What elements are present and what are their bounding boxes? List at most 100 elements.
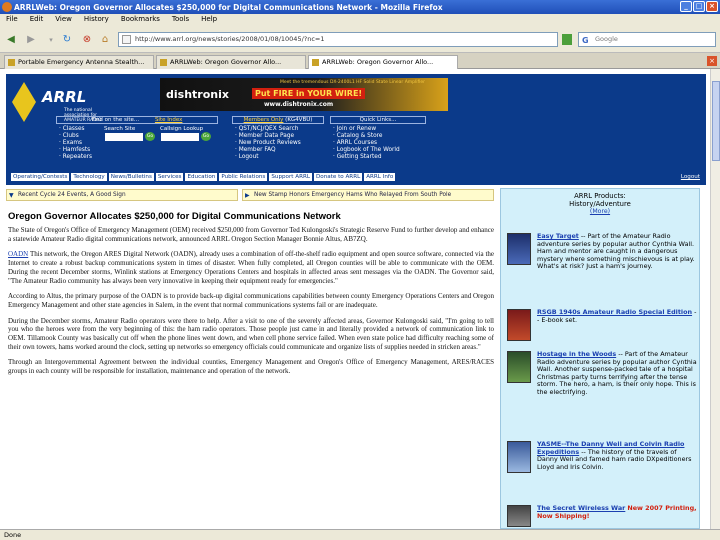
find-hamfests-link[interactable]: Hamfests — [59, 147, 104, 154]
reload-icon[interactable]: ↻ — [60, 33, 74, 47]
url-input[interactable]: http://www.arrl.org/news/stories/2008/01… — [118, 32, 558, 47]
callsign-input[interactable] — [161, 132, 199, 141]
find-clubs-link[interactable]: Clubs — [59, 133, 104, 140]
page-content: ARRL The national association for AMATEU… — [0, 69, 720, 529]
title-bar: ARRLWeb: Oregon Governor Allocates $250,… — [0, 0, 720, 14]
join-renew-link[interactable]: Join or Renew — [333, 126, 426, 133]
nav-technology[interactable]: Technology — [70, 172, 108, 182]
window-controls: _ □ × — [680, 1, 718, 12]
scrollbar-thumb[interactable] — [712, 81, 720, 161]
site-search-input[interactable] — [105, 132, 143, 141]
product-item[interactable]: Easy Target -- Part of the Amateur Radio… — [507, 232, 697, 271]
member-faq-link[interactable]: Member FAQ — [235, 147, 324, 154]
search-input[interactable]: G Google — [578, 32, 716, 47]
maximize-button[interactable]: □ — [693, 1, 705, 12]
callsign-go-button[interactable]: Go — [201, 132, 211, 141]
getting-started-link[interactable]: Getting Started — [333, 154, 426, 161]
sidebar-subtitle: History/Adventure — [569, 200, 631, 208]
product-item[interactable]: The Secret Wireless War New 2007 Printin… — [507, 504, 697, 527]
logbook-link[interactable]: Logbook of The World — [333, 147, 426, 154]
home-icon[interactable]: ⌂ — [98, 33, 112, 47]
nav-education[interactable]: Education — [184, 172, 219, 182]
site-search-go-button[interactable]: Go — [145, 132, 155, 141]
qst-search-link[interactable]: QST/NCJ/QEX Search — [235, 126, 324, 133]
tab-favicon — [8, 59, 15, 66]
arrl-courses-link[interactable]: ARRL Courses — [333, 140, 426, 147]
book-cover-icon — [507, 309, 531, 341]
news-ticker-1[interactable]: ▼ Recent Cycle 24 Events, A Good Sign — [6, 189, 238, 201]
minimize-button[interactable]: _ — [680, 1, 692, 12]
nav-public-relations[interactable]: Public Relations — [218, 172, 269, 182]
product-description: -- Part of the Amateur Radio adventure s… — [537, 350, 697, 396]
oadn-link[interactable]: OADN — [8, 250, 28, 258]
dishtronix-banner-ad[interactable]: Meet the tremendous DX-2400L1 HF Solid S… — [160, 78, 448, 111]
catalog-store-link[interactable]: Catalog & Store — [333, 133, 426, 140]
find-exams-link[interactable]: Exams — [59, 140, 104, 147]
find-list: Classes Clubs Exams Hamfests Repeaters — [56, 126, 104, 161]
nav-donate[interactable]: Donate to ARRL — [312, 172, 364, 182]
find-classes-link[interactable]: Classes — [59, 126, 104, 133]
member-data-link[interactable]: Member Data Page — [235, 133, 324, 140]
site-header: ARRL The national association for AMATEU… — [6, 74, 706, 185]
back-arrow-icon[interactable]: ◀ — [4, 33, 18, 47]
google-icon: G — [582, 36, 589, 45]
product-item[interactable]: Hostage in the Woods -- Part of the Amat… — [507, 350, 697, 397]
ad-slogan: Put FIRE in YOUR WIRE! — [252, 88, 366, 99]
sidebar-title: ARRL Products: — [574, 192, 626, 200]
menu-tools[interactable]: Tools — [172, 14, 189, 25]
menu-view[interactable]: View — [55, 14, 72, 25]
article-title: Oregon Governor Allocates $250,000 for D… — [8, 211, 341, 222]
article-paragraph-text: This network, the Oregon ARES Digital Ne… — [8, 250, 495, 285]
ticker-text: Recent Cycle 24 Events, A Good Sign — [18, 192, 126, 198]
ticker-arrow-icon: ▶ — [245, 192, 250, 199]
go-arrow-icon[interactable] — [562, 34, 572, 45]
article-paragraph: According to Altus, the primary purpose … — [8, 292, 494, 309]
tab-favicon — [160, 59, 167, 66]
find-panel: Find on the site... Site Index Classes C… — [56, 116, 218, 172]
nav-support[interactable]: Support ARRL — [268, 172, 313, 182]
menu-file[interactable]: File — [6, 14, 18, 25]
section-nav: Operating/Contests Technology News/Bulle… — [10, 172, 397, 182]
members-list: QST/NCJ/QEX Search Member Data Page New … — [232, 126, 324, 161]
header-logout-link[interactable]: Logout — [681, 174, 700, 180]
members-panel-head: Members Only (KG4VBU) — [232, 116, 324, 124]
vertical-scrollbar[interactable] — [710, 69, 720, 529]
book-cover-icon — [507, 351, 531, 383]
products-sidebar: ARRL Products: History/Adventure (More) … — [500, 188, 700, 529]
menu-help[interactable]: Help — [201, 14, 217, 25]
book-cover-icon — [507, 505, 531, 527]
tab-2[interactable]: ARRLWeb: Oregon Governor Allo... — [156, 55, 306, 69]
product-item[interactable]: RSGB 1940s Amateur Radio Special Edition… — [507, 308, 697, 341]
quick-links-list: Join or Renew Catalog & Store ARRL Cours… — [330, 126, 426, 161]
product-reviews-link[interactable]: New Product Reviews — [235, 140, 324, 147]
search-site-block: Search Site Go — [104, 126, 160, 161]
dropdown-icon[interactable]: ▾ — [44, 33, 58, 47]
site-index-link[interactable]: Site Index — [155, 117, 182, 123]
menu-bookmarks[interactable]: Bookmarks — [121, 14, 160, 25]
forward-arrow-icon[interactable]: ▶ — [24, 33, 38, 47]
menu-history[interactable]: History — [84, 14, 109, 25]
callsign-block: Callsign Lookup Go — [160, 126, 211, 161]
find-repeaters-link[interactable]: Repeaters — [59, 154, 104, 161]
nav-services[interactable]: Services — [154, 172, 185, 182]
ticker-arrow-icon: ▼ — [9, 192, 14, 199]
close-tab-icon[interactable]: × — [707, 56, 717, 66]
stop-icon[interactable]: ⊗ — [80, 33, 94, 47]
nav-operating[interactable]: Operating/Contests — [10, 172, 71, 182]
members-only-link[interactable]: Members Only — [244, 117, 284, 123]
tab-favicon — [312, 59, 319, 66]
nav-news[interactable]: News/Bulletins — [107, 172, 155, 182]
nav-arrl-info[interactable]: ARRL Info — [363, 172, 397, 182]
tab-label: ARRLWeb: Oregon Governor Allo... — [322, 58, 434, 66]
ticker-text: New Stamp Honors Emergency Hams Who Rela… — [254, 192, 452, 198]
news-ticker-2[interactable]: ▶ New Stamp Honors Emergency Hams Who Re… — [242, 189, 494, 201]
product-item[interactable]: YASME--The Danny Weil and Colvin Radio E… — [507, 440, 697, 473]
tab-1[interactable]: Portable Emergency Antenna Stealth... — [4, 55, 154, 69]
menu-edit[interactable]: Edit — [30, 14, 44, 25]
members-logout-link[interactable]: Logout — [235, 154, 324, 161]
book-cover-icon — [507, 441, 531, 473]
close-button[interactable]: × — [706, 1, 718, 12]
tab-3-active[interactable]: ARRLWeb: Oregon Governor Allo... — [308, 55, 458, 69]
tab-strip: Portable Emergency Antenna Stealth... AR… — [0, 53, 720, 69]
sidebar-more-link[interactable]: (More) — [501, 208, 699, 215]
